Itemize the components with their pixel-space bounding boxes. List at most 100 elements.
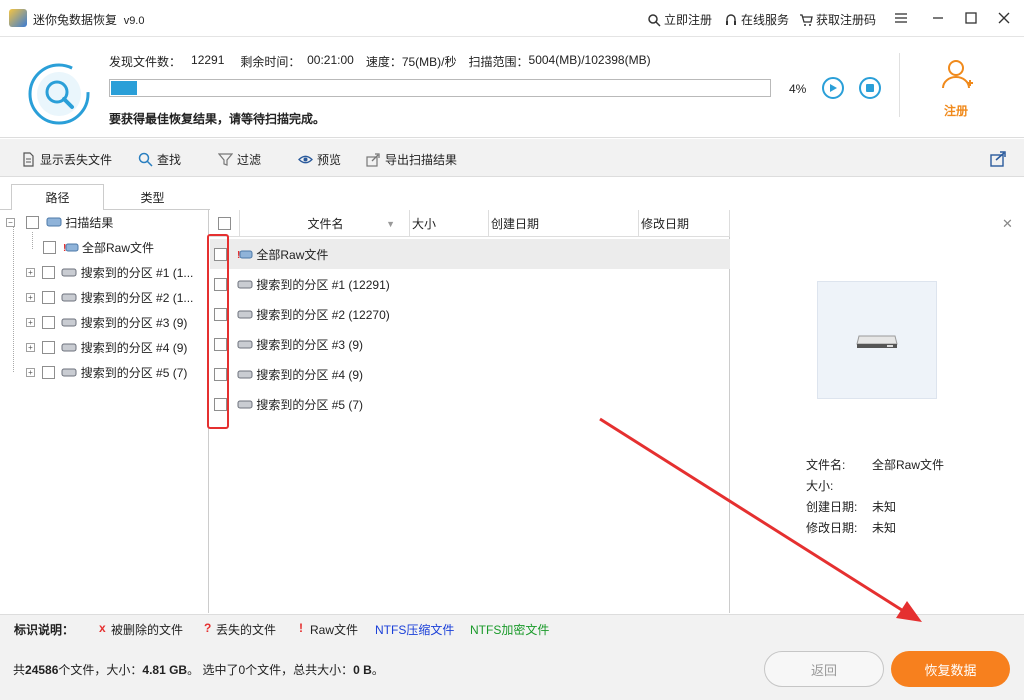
status-size: 4.81 GB	[142, 663, 188, 677]
preview-close-icon[interactable]: ✕	[1002, 216, 1013, 232]
column-created[interactable]: 创建日期	[489, 210, 639, 237]
status-summary: 共24586个文件，大小：4.81 GB。 选中了0个文件，总共大小：0 B。	[13, 661, 384, 678]
app-logo-icon	[9, 9, 27, 27]
deleted-mark-icon: x	[99, 621, 106, 635]
app-title: 迷你兔数据恢复 v9.0	[33, 11, 144, 28]
filter-button[interactable]: 过滤	[218, 151, 261, 168]
stop-icon	[866, 84, 874, 92]
preview-button[interactable]: 预览	[298, 151, 341, 168]
table-row[interactable]: 搜索到的分区 #3 (9)	[210, 329, 730, 359]
get-code-link[interactable]: 获取注册码	[799, 11, 876, 28]
preview-size-label: 大小:	[806, 479, 834, 493]
tree-root[interactable]: − 扫描结果	[6, 211, 113, 233]
row-name: 搜索到的分区 #5 (7)	[256, 397, 364, 412]
tree-item-checkbox[interactable]	[41, 265, 55, 279]
tree-item[interactable]: + 搜索到的分区 #1 (1...	[26, 261, 193, 283]
tree-item-label: 全部Raw文件	[82, 240, 155, 255]
legend-ntfs-compressed: NTFS压缩文件	[375, 623, 455, 637]
export-results-button[interactable]: 导出扫描结果	[366, 151, 457, 168]
minimize-button[interactable]	[923, 6, 953, 30]
expand-icon[interactable]: +	[26, 292, 35, 302]
tree-item-checkbox[interactable]	[43, 240, 56, 254]
register-link-label[interactable]: 立即注册	[664, 11, 712, 28]
expand-icon[interactable]: +	[26, 342, 35, 352]
legend-deleted: 被删除的文件	[111, 623, 184, 637]
find-button[interactable]: 查找	[138, 151, 181, 168]
tab-type[interactable]: 类型	[104, 184, 201, 210]
select-all-column[interactable]	[210, 210, 240, 237]
tree-item-checkbox[interactable]	[41, 315, 55, 329]
status-prefix: 共	[13, 663, 26, 677]
tree-item[interactable]: ! 全部Raw文件	[43, 236, 154, 258]
range-value: 5004(MB)/102398(MB)	[528, 53, 651, 67]
table-row[interactable]: ! 全部Raw文件	[210, 239, 730, 269]
filter-label[interactable]: 过滤	[237, 151, 261, 168]
table-row[interactable]: 搜索到的分区 #5 (7)	[210, 389, 730, 419]
menu-button[interactable]	[886, 6, 916, 30]
get-code-label[interactable]: 获取注册码	[816, 11, 876, 28]
tree-item-checkbox[interactable]	[41, 290, 55, 304]
legend-raw: Raw文件	[310, 623, 359, 637]
drive-icon	[61, 368, 77, 377]
column-name[interactable]: 文件名 ▼	[240, 210, 410, 237]
register-link[interactable]: 立即注册	[647, 11, 712, 28]
tree-root-checkbox[interactable]	[26, 215, 40, 229]
collapse-icon[interactable]: −	[6, 217, 15, 227]
find-label[interactable]: 查找	[157, 151, 181, 168]
tree-item[interactable]: + 搜索到的分区 #4 (9)	[26, 336, 187, 358]
maximize-button[interactable]	[956, 6, 986, 30]
tree-item[interactable]: + 搜索到的分区 #3 (9)	[26, 311, 187, 333]
tree-item[interactable]: + 搜索到的分区 #2 (1...	[26, 286, 193, 308]
drive-icon	[61, 268, 77, 277]
hamburger-icon	[895, 13, 907, 23]
show-lost-label[interactable]: 显示丢失文件	[40, 151, 112, 168]
hard-drive-icon	[856, 335, 898, 348]
show-lost-files-button[interactable]: 显示丢失文件	[21, 151, 112, 168]
play-button[interactable]	[822, 77, 844, 99]
close-button[interactable]	[989, 6, 1019, 30]
user-add-icon[interactable]	[940, 58, 974, 92]
scan-magnifier-icon	[28, 63, 90, 125]
select-all-checkbox[interactable]	[218, 217, 231, 230]
drive-icon	[237, 370, 253, 379]
maximize-icon	[965, 12, 977, 24]
back-button[interactable]: 返回	[764, 651, 884, 687]
tree-item-label: 搜索到的分区 #5 (7)	[80, 365, 188, 380]
drive-icon	[237, 400, 253, 409]
legend-ntfs-encrypted: NTFS加密文件	[470, 623, 550, 637]
tree-item-checkbox[interactable]	[41, 365, 55, 379]
drive-icon	[237, 310, 253, 319]
stop-button[interactable]	[859, 77, 881, 99]
export-label[interactable]: 导出扫描结果	[385, 151, 457, 168]
legend-lost: 丢失的文件	[216, 623, 277, 637]
tree-item[interactable]: + 搜索到的分区 #5 (7)	[26, 361, 187, 383]
recover-data-button[interactable]: 恢复数据	[891, 651, 1010, 687]
tree-item-checkbox[interactable]	[41, 340, 55, 354]
register-button-label[interactable]: 注册	[944, 102, 968, 119]
range-label: 扫描范围：	[468, 55, 529, 69]
expand-icon[interactable]: +	[26, 267, 35, 277]
expand-icon[interactable]: +	[26, 317, 35, 327]
column-modified-label: 修改日期	[641, 217, 690, 231]
column-size[interactable]: 大小	[410, 210, 489, 237]
online-service-label[interactable]: 在线服务	[741, 11, 789, 28]
remaining-value: 00:21:00	[307, 53, 354, 67]
table-row[interactable]: 搜索到的分区 #1 (12291)	[210, 269, 730, 299]
tab-path[interactable]: 路径	[11, 184, 104, 210]
table-row[interactable]: 搜索到的分区 #4 (9)	[210, 359, 730, 389]
row-name: 全部Raw文件	[256, 247, 329, 262]
tree-item-label: 搜索到的分区 #1 (1...	[80, 265, 194, 280]
scan-progress-bar	[109, 79, 771, 97]
table-row[interactable]: 搜索到的分区 #2 (12270)	[210, 299, 730, 329]
online-service-link[interactable]: 在线服务	[724, 11, 789, 28]
speed-label: 速度：	[365, 55, 402, 69]
column-modified[interactable]: 修改日期	[639, 210, 730, 237]
svg-text:!: !	[63, 243, 66, 252]
expand-icon[interactable]: +	[26, 367, 35, 377]
export-icon	[366, 153, 380, 167]
preview-label[interactable]: 预览	[317, 151, 341, 168]
share-icon[interactable]	[990, 150, 1007, 167]
app-name: 迷你兔数据恢复	[33, 13, 118, 27]
preview-thumbnail	[817, 281, 937, 399]
scan-tree: − 扫描结果 ! 全部Raw文件 + 搜索到的分区 #1 (1... + 搜索到…	[0, 210, 209, 613]
